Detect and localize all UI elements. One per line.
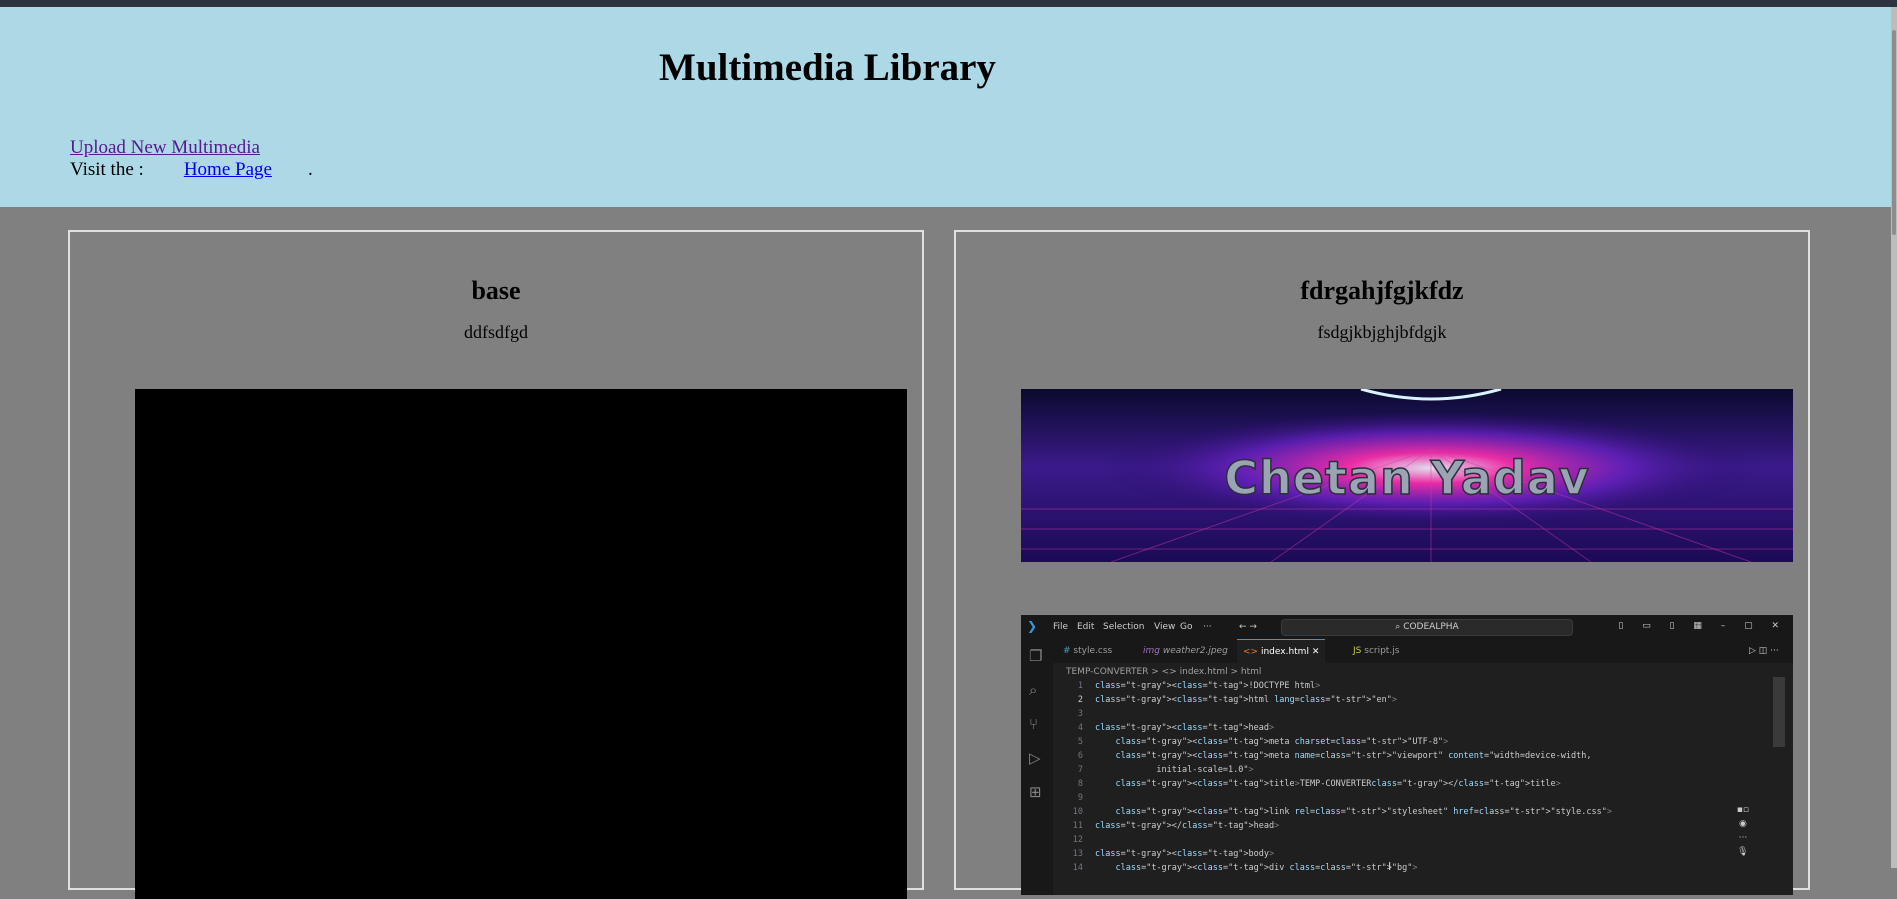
code-line: 7 initial-scale=1.0"> — [1053, 765, 1753, 779]
menu-selection: Selection — [1103, 622, 1145, 632]
code-text: class="t-gray"><class="t-tag">!DOCTYPE h… — [1095, 681, 1321, 691]
tab-index-html: <> index.html ✕ — [1237, 639, 1326, 663]
menu-go: Go — [1180, 622, 1193, 632]
page-header: Multimedia Library Upload New Multimedia… — [0, 7, 1897, 207]
code-text: class="t-gray"><class="t-tag">link rel=c… — [1115, 807, 1612, 817]
card-description: fsdgjkbjghjbfdgjk — [1317, 322, 1447, 342]
source-control-icon: ⑂ — [1029, 715, 1039, 733]
code-line: 10 class="t-gray"><class="t-tag">link re… — [1053, 807, 1753, 821]
run-debug-icon: ▷ — [1029, 749, 1041, 767]
editor-tabs: # style.css img weather2.jpeg <> index.h… — [1053, 639, 1793, 663]
upload-new-multimedia-link[interactable]: Upload New Multimedia — [70, 137, 260, 159]
extensions-icon: ⊞ — [1029, 783, 1042, 801]
editor-actions-icon: ▷ ◫ ··· — [1749, 646, 1779, 656]
code-text: class="t-gray"><class="t-tag">meta name=… — [1115, 751, 1592, 761]
menu-file: File — [1053, 622, 1069, 632]
menu-edit: Edit — [1077, 622, 1095, 632]
explorer-icon: ❐ — [1029, 647, 1043, 665]
line-number: 7 — [1077, 765, 1083, 775]
editor-titlebar: ❯ File Edit Selection View Go ··· ← → ⌕ … — [1021, 615, 1793, 639]
menu-more: ··· — [1203, 622, 1212, 632]
editor-breadcrumb: TEMP-CONVERTER > <> index.html > html — [1066, 667, 1262, 677]
code-line: 12 — [1053, 835, 1753, 849]
line-number: 8 — [1077, 779, 1083, 789]
banner-text: Chetan Yadav — [1223, 450, 1590, 506]
code-text: class="t-gray"></class="t-tag">head> — [1095, 821, 1280, 831]
code-line: 4 class="t-gray"><class="t-tag">head> — [1053, 723, 1753, 737]
editor-minimap — [1773, 677, 1785, 747]
media-card: fdrgahjfgjkfdz fsdgjkbjghjbfdgjk Chetan … — [954, 230, 1810, 895]
code-text: class="t-gray"><class="t-tag">meta chars… — [1115, 737, 1449, 747]
code-text: class="t-gray"><class="t-tag">html lang=… — [1095, 695, 1397, 705]
overlay-toolbar-icons: ▪▫ ◉ ··· 🎙 — [1736, 805, 1749, 857]
tab-script-js: JS script.js — [1353, 646, 1400, 656]
vscode-logo-icon: ❯ — [1027, 619, 1038, 633]
code-line: 6 class="t-gray"><class="t-tag">meta nam… — [1053, 751, 1753, 765]
code-text: initial-scale=1.0"> — [1095, 765, 1254, 775]
code-line: 14 class="t-gray"><class="t-tag">div cla… — [1053, 863, 1753, 877]
line-number: 3 — [1077, 709, 1083, 719]
visit-suffix: . — [307, 159, 313, 180]
tab-weather2-jpeg: img weather2.jpeg — [1143, 646, 1228, 656]
browser-top-strip — [0, 0, 1897, 7]
card-title: fdrgahjfgjkfdz — [1300, 276, 1464, 305]
code-text: class="t-gray"><class="t-tag">body> — [1095, 849, 1275, 859]
visit-line: Visit the : Home Page. — [70, 159, 313, 181]
line-number: 1 — [1077, 681, 1083, 691]
search-icon: ⌕ — [1029, 681, 1038, 699]
video-player[interactable] — [135, 389, 907, 899]
code-line: 11 class="t-gray"></class="t-tag">head> — [1053, 821, 1753, 835]
media-card: base ddfsdfgd — [68, 230, 924, 899]
line-number: 6 — [1077, 751, 1083, 761]
card-description: ddfsdfgd — [464, 322, 528, 342]
line-number: 14 — [1072, 863, 1083, 873]
editor-search-box: ⌕ CODEALPHA — [1281, 619, 1573, 636]
line-number: 2 — [1077, 695, 1083, 705]
line-number: 11 — [1072, 821, 1083, 831]
code-line: 1 class="t-gray"><class="t-tag">!DOCTYPE … — [1053, 681, 1753, 695]
card-title: base — [471, 276, 521, 305]
line-number: 10 — [1072, 807, 1083, 817]
line-number: 13 — [1072, 849, 1083, 859]
line-number: 5 — [1077, 737, 1083, 747]
text-cursor-icon: I — [1388, 860, 1392, 873]
tab-style-css: # style.css — [1063, 646, 1113, 656]
scrollbar-thumb[interactable] — [1892, 30, 1896, 235]
nav-arrows-icon: ← → — [1239, 622, 1257, 632]
code-line: 8 class="t-gray"><class="t-tag">title>TE… — [1053, 779, 1753, 793]
code-text: class="t-gray"><class="t-tag">div class=… — [1115, 863, 1418, 873]
activity-bar: ❐ ⌕ ⑂ ▷ ⊞ — [1021, 639, 1053, 895]
code-line: 3 — [1053, 709, 1753, 723]
home-page-link[interactable]: Home Page — [184, 159, 272, 180]
line-number: 4 — [1077, 723, 1083, 733]
line-number: 9 — [1077, 793, 1083, 803]
line-number: 12 — [1072, 835, 1083, 845]
code-line: 5 class="t-gray"><class="t-tag">meta cha… — [1053, 737, 1753, 751]
window-controls-icon: ▯ ▭ ▯ ▦ – ▢ ✕ — [1618, 621, 1787, 631]
menu-view: View — [1154, 622, 1176, 632]
code-line: 9 — [1053, 793, 1753, 807]
page-title: Multimedia Library — [659, 46, 996, 89]
visit-prefix: Visit the : — [70, 159, 144, 180]
code-text: class="t-gray"><class="t-tag">head> — [1095, 723, 1275, 733]
code-editor-screenshot: ❯ File Edit Selection View Go ··· ← → ⌕ … — [1021, 615, 1793, 895]
code-line: 2 class="t-gray"><class="t-tag">html lang… — [1053, 695, 1753, 709]
code-text: class="t-gray"><class="t-tag">title>TEMP… — [1115, 779, 1561, 789]
code-line: 13 class="t-gray"><class="t-tag">body> — [1053, 849, 1753, 863]
banner-image: Chetan Yadav — [1021, 389, 1793, 562]
